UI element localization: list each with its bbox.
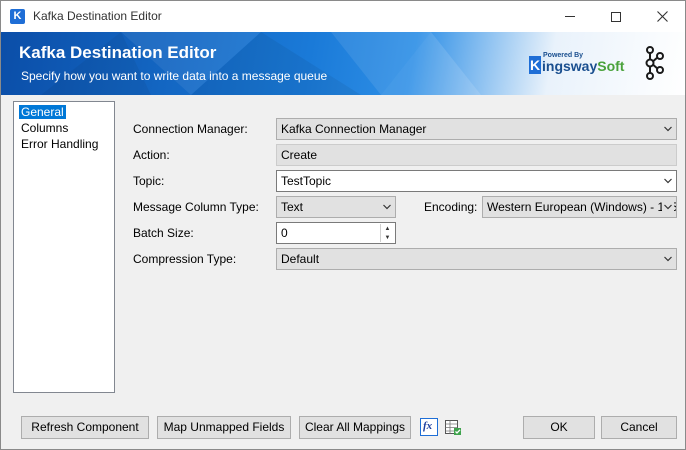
- banner-subtitle: Specify how you want to write data into …: [21, 69, 328, 83]
- expression-fx-icon[interactable]: fx: [420, 418, 438, 436]
- connection-manager-select[interactable]: Kafka Connection Manager: [276, 118, 677, 140]
- close-icon: [656, 11, 668, 22]
- chevron-down-icon: [664, 126, 672, 132]
- fx-label: fx: [423, 420, 433, 432]
- compression-type-value: Default: [281, 252, 320, 266]
- chevron-down-icon[interactable]: [664, 177, 672, 185]
- maximize-icon: [611, 11, 621, 22]
- nav-item-error-handling[interactable]: Error Handling: [19, 137, 100, 151]
- minimize-icon: [565, 16, 575, 17]
- batch-size-label: Batch Size:: [133, 226, 194, 240]
- brand-name: ingswaySoft: [542, 58, 624, 74]
- title-bar: K Kafka Destination Editor: [1, 1, 685, 32]
- close-button[interactable]: [639, 1, 685, 32]
- chevron-down-icon: [662, 201, 674, 213]
- decrement-arrow-icon[interactable]: ▼: [381, 233, 394, 242]
- brand-k-mark: K: [529, 56, 541, 74]
- editor-window: K Kafka Destination Editor Kafka Destina…: [0, 0, 686, 450]
- cancel-button[interactable]: Cancel: [601, 416, 677, 439]
- grid-icon: [445, 420, 461, 435]
- connection-manager-label: Connection Manager:: [133, 122, 248, 136]
- chevron-down-icon: [383, 204, 391, 210]
- action-label: Action:: [133, 148, 170, 162]
- action-field: Create: [276, 144, 677, 166]
- kingsway-app-icon: K: [10, 9, 25, 24]
- message-column-type-value: Text: [281, 200, 304, 214]
- encoding-value: Western European (Windows) - 1252: [487, 200, 677, 214]
- window-title: Kafka Destination Editor: [33, 9, 162, 23]
- banner-title: Kafka Destination Editor: [19, 43, 217, 62]
- topic-label: Topic:: [133, 174, 165, 188]
- refresh-component-button[interactable]: Refresh Component: [21, 416, 149, 439]
- compression-type-select[interactable]: Default: [276, 248, 677, 270]
- kafka-logo-icon: [645, 46, 664, 80]
- minimize-button[interactable]: [547, 1, 593, 32]
- compression-type-label: Compression Type:: [133, 252, 237, 266]
- topic-combobox[interactable]: TestTopic: [276, 170, 677, 192]
- encoding-label: Encoding:: [424, 200, 478, 214]
- encoding-select[interactable]: Western European (Windows) - 1252: [482, 196, 677, 218]
- connection-manager-value: Kafka Connection Manager: [281, 122, 427, 136]
- message-column-type-select[interactable]: Text: [276, 196, 396, 218]
- kingswaysoft-logo: Powered By K ingswaySoft: [529, 52, 624, 78]
- map-unmapped-fields-button[interactable]: Map Unmapped Fields: [157, 416, 291, 439]
- chevron-down-icon: [664, 256, 672, 262]
- topic-value: TestTopic: [281, 174, 332, 188]
- nav-item-general[interactable]: General: [19, 105, 66, 119]
- message-column-type-label: Message Column Type:: [133, 200, 259, 214]
- clear-all-mappings-button[interactable]: Clear All Mappings: [299, 416, 411, 439]
- spin-buttons: ▲ ▼: [380, 224, 394, 242]
- variables-grid-icon[interactable]: [444, 418, 462, 436]
- section-list: General Columns Error Handling: [13, 101, 115, 393]
- brand-name-b: Soft: [597, 58, 625, 74]
- nav-item-columns[interactable]: Columns: [19, 121, 70, 135]
- ok-button[interactable]: OK: [523, 416, 595, 439]
- header-banner: Kafka Destination Editor Specify how you…: [1, 32, 685, 95]
- brand-name-a: ingsway: [542, 58, 598, 74]
- maximize-button[interactable]: [593, 1, 639, 32]
- batch-size-value: 0: [281, 226, 288, 240]
- batch-size-stepper[interactable]: 0 ▲ ▼: [276, 222, 396, 244]
- action-value: Create: [281, 148, 318, 162]
